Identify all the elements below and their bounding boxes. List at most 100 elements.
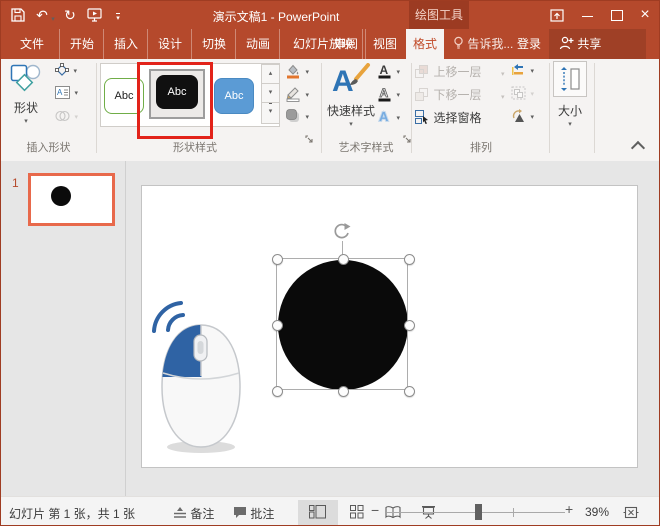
rotate-handle[interactable] — [332, 222, 351, 241]
resize-handle-e[interactable] — [404, 320, 415, 331]
close-icon: × — [640, 6, 649, 23]
slide-counter: 幻灯片 第 1 张，共 1 张 — [9, 505, 135, 522]
customize-qat-button[interactable]: ▾ — [107, 4, 129, 26]
normal-view-button[interactable] — [298, 500, 338, 525]
selection-pane-button[interactable]: 选择窗格 — [415, 109, 511, 130]
quick-styles-button[interactable]: A 快速样式 ▾ — [319, 61, 383, 137]
chevron-down-icon: ▾ — [74, 90, 78, 97]
sign-in-button[interactable]: 登录 — [517, 29, 541, 59]
resize-handle-ne[interactable] — [404, 254, 415, 265]
fit-slide-button[interactable] — [619, 502, 643, 524]
close-button[interactable]: × — [631, 1, 659, 29]
tab-file[interactable]: 文件 — [9, 29, 55, 59]
gallery-more-button[interactable]: ▾ — [261, 102, 280, 124]
zoom-slider-midpoint — [513, 508, 514, 517]
minimize-icon — [582, 16, 593, 17]
text-outline-icon: A — [377, 86, 392, 102]
share-button[interactable]: 共享 — [549, 29, 646, 59]
edit-shape-button[interactable]: ▾ — [55, 63, 91, 84]
zoom-out-button[interactable]: − — [371, 502, 379, 518]
slide-thumbnail[interactable] — [28, 173, 115, 226]
resize-handle-s[interactable] — [338, 386, 349, 397]
annotation-highlight-box — [137, 62, 213, 139]
fit-slide-to-window-icon — [623, 505, 639, 520]
resize-handle-se[interactable] — [404, 386, 415, 397]
text-box-button[interactable]: A ▾ — [55, 86, 91, 107]
resize-handle-nw[interactable] — [272, 254, 283, 265]
start-slideshow-button[interactable] — [83, 4, 105, 26]
tab-transitions[interactable]: 切换 — [191, 29, 236, 59]
mouse-click-clipart[interactable] — [151, 299, 251, 455]
rotate-objects-button[interactable]: ▾ — [511, 109, 543, 130]
shapes-label: 形状 — [3, 99, 49, 116]
group-separator — [594, 63, 595, 153]
maximize-icon — [611, 10, 623, 21]
selection-pane-icon — [415, 110, 429, 124]
tab-insert[interactable]: 插入 — [103, 29, 148, 59]
notes-button[interactable]: 备注 — [173, 505, 214, 522]
titlebar: ↶ ▾ ↻ ▾ 演示文稿1 - PowerPoint 绘图工具 × — [1, 1, 659, 29]
redo-icon: ↻ — [64, 7, 76, 23]
undo-dropdown[interactable]: ▾ — [48, 9, 58, 31]
thumbnail-circle-shape — [51, 186, 71, 206]
normal-view-icon — [309, 505, 326, 519]
shape-fill-button[interactable]: ▾ — [285, 63, 319, 84]
zoom-percentage[interactable]: 39% — [585, 505, 609, 519]
minimize-button[interactable] — [573, 1, 601, 29]
chevron-down-icon: ▾ — [530, 114, 534, 121]
ribbon-display-options-button[interactable] — [543, 1, 571, 29]
text-effects-button[interactable]: A A ▾ — [377, 109, 407, 130]
tab-animations[interactable]: 动画 — [235, 29, 280, 59]
collapse-ribbon-button[interactable] — [631, 141, 645, 155]
zoom-in-button[interactable]: + — [565, 501, 573, 517]
chevron-down-icon: ▾ — [319, 120, 383, 128]
svg-text:A: A — [379, 109, 389, 124]
chevron-down-icon: ▾ — [3, 117, 49, 125]
tab-home[interactable]: 开始 — [59, 29, 104, 59]
context-tools-label: 绘图工具 — [409, 1, 469, 29]
style-thumb-label: Abc — [225, 90, 244, 102]
shape-style-thumb-blue[interactable]: Abc — [214, 78, 254, 114]
group-label-wordart: 艺术字样式 — [321, 139, 411, 155]
tab-design[interactable]: 设计 — [147, 29, 192, 59]
merge-shapes-button: ▾ — [55, 109, 91, 130]
resize-handle-sw[interactable] — [272, 386, 283, 397]
maximize-button[interactable] — [603, 1, 631, 29]
chevron-down-icon: ▾ — [305, 92, 309, 99]
resize-handle-w[interactable] — [272, 320, 283, 331]
text-outline-button[interactable]: A ▾ — [377, 86, 407, 107]
selection-pane-label: 选择窗格 — [433, 111, 481, 125]
size-button[interactable]: 大小 ▾ — [545, 61, 595, 137]
group-label-arrange: 排列 — [413, 139, 549, 155]
tab-view[interactable]: 视图 — [362, 29, 407, 59]
shapes-button[interactable]: 形状 ▾ — [3, 61, 49, 137]
slide-sorter-view-button[interactable] — [339, 500, 375, 525]
chevron-down-icon: ▾ — [530, 91, 534, 98]
chevron-down-icon: ▾ — [396, 92, 400, 99]
send-backward-label: 下移一层 — [433, 88, 481, 102]
text-fill-button[interactable]: A ▾ — [377, 63, 407, 84]
chevron-down-icon: ▾ — [501, 70, 505, 78]
panel-divider[interactable] — [125, 161, 126, 496]
rotate-objects-icon — [511, 109, 526, 123]
redo-button[interactable]: ↻ — [59, 4, 81, 26]
chevron-down-icon: ▾ — [530, 68, 534, 75]
zoom-slider-thumb[interactable] — [475, 504, 482, 520]
save-button[interactable] — [7, 4, 29, 26]
resize-handle-n[interactable] — [338, 254, 349, 265]
gallery-more-icon: ▾ — [269, 103, 273, 120]
tell-me-button[interactable]: 告诉我... — [453, 29, 513, 59]
edit-shape-icon — [55, 63, 69, 77]
chevron-down-icon: ▾ — [73, 68, 77, 75]
align-button[interactable]: ▾ — [511, 63, 543, 84]
group-objects-icon — [511, 86, 526, 100]
shapes-icon — [10, 64, 42, 94]
shape-styles-dialog-launcher[interactable] — [305, 135, 315, 145]
chevron-down-icon: ▾ — [396, 115, 400, 122]
comments-button[interactable]: 批注 — [233, 505, 274, 522]
ribbon-tab-bar: 文件 开始 插入 设计 切换 动画 幻灯片放映 审阅 视图 格式 告诉我... … — [1, 29, 659, 59]
tab-format[interactable]: 格式 — [406, 29, 444, 59]
chevron-down-icon: ▾ — [305, 69, 309, 76]
share-person-icon — [559, 36, 574, 50]
ribbon: 形状 ▾ ▾ A ▾ ▾ 插入 — [1, 59, 659, 162]
